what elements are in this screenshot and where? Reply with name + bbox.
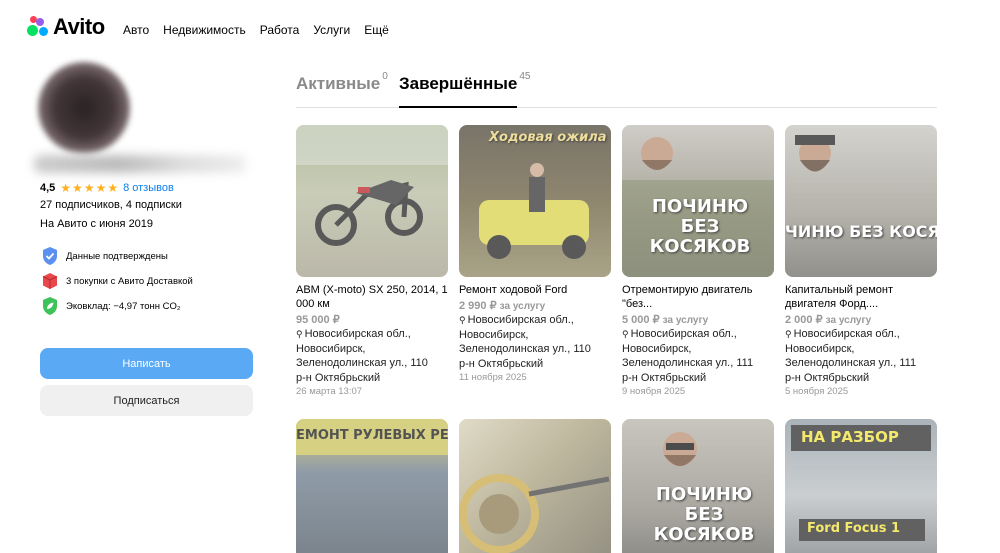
tab-completed-label: Завершённые — [399, 74, 518, 93]
badge-delivery-text: 3 покупки с Авито Доставкой — [66, 275, 193, 287]
tab-underline — [399, 106, 517, 108]
listing-address: ⚲ Новосибирская обл., Новосибирск, Зелено… — [785, 328, 917, 384]
listing-price: 5 000 ₽ за услугу — [622, 314, 709, 326]
listing-tabs: Активные 0 Завершённые 45 — [296, 71, 937, 108]
listing-address: ⚲ Новосибирская обл., Новосибирск, Зелено… — [459, 314, 591, 370]
location-pin-icon: ⚲ — [296, 329, 303, 339]
tab-completed[interactable]: Завершённые 45 — [399, 71, 531, 94]
logo-dots-icon — [27, 16, 49, 38]
tab-active-label: Активные — [296, 74, 381, 93]
badge-delivery: 3 покупки с Авито Доставкой — [40, 271, 193, 291]
location-pin-icon: ⚲ — [459, 315, 466, 325]
listing-image-engine-repair[interactable]: ЧИНЮ БЕЗ КОСЯК — [785, 125, 937, 277]
tab-completed-count: 45 — [519, 71, 531, 83]
write-message-button[interactable]: Написать — [40, 348, 253, 379]
eco-leaf-icon — [43, 297, 57, 315]
listing-title[interactable]: Ремонт ходовой Ford — [459, 283, 611, 297]
listing-card[interactable]: НА РАЗБОР Ford Focus 1 — [785, 419, 937, 553]
avito-logo[interactable]: Avito — [27, 14, 105, 40]
rating-row: 4,5 ★★★★★ 8 отзывов — [40, 181, 174, 195]
location-pin-icon: ⚲ — [785, 329, 792, 339]
logo-text: Avito — [53, 14, 105, 39]
delivery-box-icon — [42, 273, 58, 289]
listing-address: ⚲ Новосибирская обл., Новосибирск, Зелено… — [622, 328, 754, 384]
nav-item-auto[interactable]: Авто — [123, 23, 149, 37]
verified-shield-icon — [43, 247, 57, 265]
listing-image-steering-rack[interactable]: ЕМОНТ РУЛЕВЫХ РЕЕ — [296, 419, 448, 553]
tab-active-count: 0 — [382, 71, 388, 83]
listing-image-motorcycle[interactable] — [296, 125, 448, 277]
listing-image-engine[interactable]: ПОЧИНЮ БЕЗ КОСЯКОВ — [622, 419, 774, 553]
listing-image-engine[interactable]: ПОЧИНЮ БЕЗ КОСЯКОВ — [622, 125, 774, 277]
listing-date: 9 ноября 2025 — [622, 386, 686, 397]
nav-item-realty[interactable]: Недвижимость — [163, 23, 246, 37]
listing-image-watch-mechanism[interactable] — [459, 419, 611, 553]
nav-item-more[interactable]: Ещё — [364, 23, 389, 37]
avatar — [38, 62, 130, 154]
nav-item-jobs[interactable]: Работа — [260, 23, 300, 37]
listing-card[interactable]: ПОЧИНЮ БЕЗ КОСЯКОВ — [622, 419, 774, 553]
listing-price: 2 990 ₽ за услугу — [459, 300, 546, 312]
listing-title[interactable]: Отремонтирую двигатель "без... — [622, 283, 774, 311]
nav-item-services[interactable]: Услуги — [313, 23, 350, 37]
header: Avito Авто Недвижимость Работа Услуги Ещ… — [0, 0, 1000, 60]
listing-image-ford-focus[interactable]: НА РАЗБОР Ford Focus 1 — [785, 419, 937, 553]
listing-image-suspension[interactable]: Ходовая ожила — [459, 125, 611, 277]
reviews-link[interactable]: 8 отзывов — [123, 182, 174, 194]
tab-active[interactable]: Активные 0 — [296, 71, 388, 94]
listing-date: 11 ноября 2025 — [459, 372, 527, 383]
badge-verified: Данные подтверждены — [40, 246, 168, 266]
listing-price: 2 000 ₽ за услугу — [785, 314, 872, 326]
member-since: На Авито с июня 2019 — [40, 218, 154, 230]
listing-date: 26 марта 13:07 — [296, 386, 363, 397]
listing-price: 95 000 ₽ — [296, 314, 340, 326]
badge-eco-text: Эковклад: −4,97 тонн CO₂ — [66, 300, 181, 312]
listing-title[interactable]: Капитальный ремонт двигателя Форд.... — [785, 283, 937, 311]
rating-value: 4,5 — [40, 182, 56, 194]
subscribe-button[interactable]: Подписаться — [40, 385, 253, 416]
listing-title[interactable]: ABM (X-moto) SX 250, 2014, 1 000 км — [296, 283, 448, 311]
listing-card[interactable]: ЧИНЮ БЕЗ КОСЯК Капитальный ремонт двигат… — [785, 125, 937, 397]
listing-address: ⚲ Новосибирская обл., Новосибирск, Зелено… — [296, 328, 428, 384]
listing-card[interactable]: ABM (X-moto) SX 250, 2014, 1 000 км 95 0… — [296, 125, 448, 397]
listing-date: 5 ноября 2025 — [785, 386, 849, 397]
location-pin-icon: ⚲ — [622, 329, 629, 339]
listing-card[interactable]: Ходовая ожила Ремонт ходовой Ford 2 990 … — [459, 125, 611, 383]
rating-stars-icon: ★★★★★ — [60, 181, 120, 195]
listing-card[interactable] — [459, 419, 611, 553]
badge-eco: Эковклад: −4,97 тонн CO₂ — [40, 296, 181, 316]
listing-card[interactable]: ПОЧИНЮ БЕЗ КОСЯКОВ Отремонтирую двигател… — [622, 125, 774, 397]
profile-name-blurred — [34, 155, 246, 173]
badge-verified-text: Данные подтверждены — [66, 250, 168, 262]
subscribers-info[interactable]: 27 подписчиков, 4 подписки — [40, 199, 182, 211]
top-nav: Авто Недвижимость Работа Услуги Ещё — [123, 23, 389, 37]
listing-card[interactable]: ЕМОНТ РУЛЕВЫХ РЕЕ — [296, 419, 448, 553]
